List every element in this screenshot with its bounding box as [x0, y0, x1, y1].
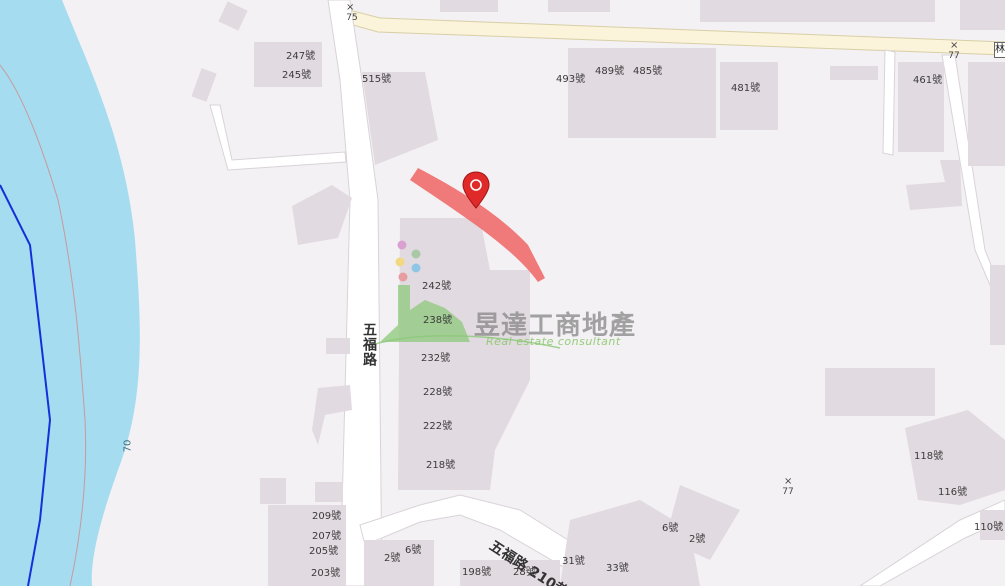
address-label: 228號 [423, 387, 453, 398]
address-label: 116號 [938, 487, 968, 498]
address-label: 205號 [309, 546, 339, 557]
address-label: 31號 [562, 556, 585, 567]
side-road-right [882, 49, 896, 156]
address-label: 28號 [513, 567, 536, 578]
address-label: 238號 [423, 315, 453, 326]
watermark-dot [397, 240, 407, 250]
map-layer [0, 0, 1005, 586]
cross-marker-icon: × [950, 40, 959, 51]
road-label-wufu: 五福路 [361, 322, 377, 367]
watermark-subtitle: Real estate consultant [486, 335, 621, 348]
river [0, 0, 140, 586]
address-label: 247號 [286, 51, 316, 62]
left-small-road [209, 104, 347, 171]
map-canvas[interactable]: × 75 × 77 × 77 林 五福路 五福路 210巷 70 247號 24… [0, 0, 1005, 586]
address-label: 207號 [312, 531, 342, 542]
address-label: 481號 [731, 83, 761, 94]
address-label: 198號 [462, 567, 492, 578]
address-label: 515號 [362, 74, 392, 85]
route-marker-label: 77 [782, 487, 794, 497]
address-label: 6號 [405, 545, 422, 556]
address-label: 2號 [689, 534, 706, 545]
address-label: 218號 [426, 460, 456, 471]
address-label: 461號 [913, 75, 943, 86]
address-label: 489號 [595, 66, 625, 77]
address-label: 232號 [421, 353, 451, 364]
address-label: 209號 [312, 511, 342, 522]
watermark-dot [411, 263, 421, 273]
address-label: 493號 [556, 74, 586, 85]
watermark-dot [411, 249, 421, 259]
cross-marker-icon: × [784, 476, 793, 487]
route-marker-label: 75 [346, 13, 358, 23]
address-label: 245號 [282, 70, 312, 81]
address-label: 242號 [422, 281, 452, 292]
address-label: 110號 [974, 522, 1004, 533]
address-label: 118號 [914, 451, 944, 462]
address-label: 2號 [384, 553, 401, 564]
address-label: 222號 [423, 421, 453, 432]
road-tag: 林 [994, 42, 1005, 58]
address-label: 33號 [606, 563, 629, 574]
route-marker-label: 77 [948, 51, 960, 61]
address-label: 6號 [662, 523, 679, 534]
watermark-dot [398, 272, 408, 282]
cross-marker-icon: × [346, 2, 355, 13]
watermark-dot [395, 257, 405, 267]
address-label: 485號 [633, 66, 663, 77]
buildings [191, 0, 1005, 586]
river-route-label: 70 [122, 439, 134, 453]
address-label: 203號 [311, 568, 341, 579]
